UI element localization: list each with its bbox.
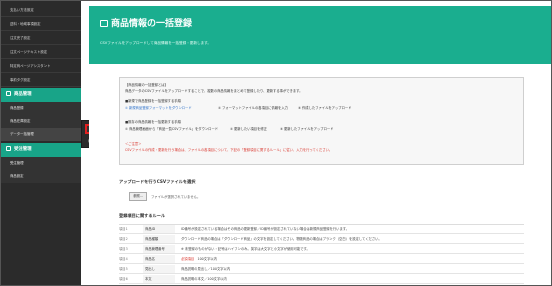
required-tag: 必須項目: [181, 257, 195, 261]
rule-index: 項目4: [119, 257, 128, 261]
table-row: 項目5 見出し 商品説明の見出し／100文字以内: [119, 265, 524, 274]
rule-name: 見出し: [143, 265, 175, 273]
rules-table: 項目1 商品ID ID番号が設定されている場合はその商品の更新登録／ID番号が設…: [119, 224, 524, 284]
upload-section-title: アップロードを行うCSVファイルを選択: [119, 179, 196, 184]
rule-name: 商品管理番号: [143, 245, 175, 253]
info-step-2: ② フォーマットファイルの各項目に情報を入力: [218, 106, 288, 110]
table-row: 項目6 本文 商品説明の本文／100文字以内: [119, 275, 524, 284]
rule-index: 項目2: [119, 237, 128, 241]
rule-index: 項目1: [119, 227, 128, 231]
format-download-link[interactable]: ① 新規商品登録フォーマットをダウンロード: [125, 105, 192, 110]
sidebar-section-label: 受注管理: [14, 147, 32, 152]
sidebar-item-data-bulk[interactable]: データ一括管理: [1, 128, 81, 141]
page-subtitle: CSVファイルをアップロードして商品情報を一括登録・更新します。: [100, 41, 211, 45]
sidebar-item-shipping[interactable]: 送料・地域事項設定: [1, 17, 81, 31]
sidebar-section-products[interactable]: 商品管理: [1, 88, 81, 102]
page-title-text: 商品情報の一括登録: [111, 19, 193, 29]
info-update-step-1: ① 商品管理画面から「商品一覧CSVファイル」をダウンロード: [125, 127, 219, 131]
sidebar-item-product-register[interactable]: 商品登録: [1, 102, 81, 115]
info-update-step-3: ③ 更新したファイルをアップロード: [280, 127, 334, 131]
app-frame: 支払い方法設定 送料・地域事項設定 注文完了設定 注文ページテキスト設定 特定商…: [0, 0, 552, 286]
rule-index: 項目3: [119, 247, 128, 251]
sidebar-item-order-text[interactable]: 注文ページテキスト設定: [1, 45, 81, 59]
rule-desc: ID番号が設定されている場合はその商品の更新登録／ID番号が設定されていない場合…: [181, 227, 350, 231]
sidebar-item-order-manage[interactable]: 受注管理: [1, 157, 81, 170]
sidebar-section-orders[interactable]: 受注管理: [1, 143, 81, 157]
info-update-step-2: ② 更新したい項目を修正: [230, 127, 267, 131]
rule-desc: ダウンロード商品の場合は「ダウンロード商品」の文字を設定してください。物販商品の…: [181, 237, 382, 241]
rule-desc: 商品説明の本文／100文字以内: [181, 277, 227, 281]
table-row: 項目4 商品名 必須項目 100文字以内: [119, 255, 524, 264]
info-heading: 【商品情報の一括登録とは】: [125, 83, 168, 87]
sidebar-item-stock[interactable]: 商品在庫設定: [1, 115, 81, 128]
browse-button[interactable]: 参照...: [129, 192, 147, 201]
table-row: 項目2 商品種類 ダウンロード商品の場合は「ダウンロード商品」の文字を設定してく…: [119, 235, 524, 244]
info-text: 商品データのCSVファイルをアップロードすることで、複数の商品情報をまとめて登録…: [125, 89, 303, 93]
sidebar: 支払い方法設定 送料・地域事項設定 注文完了設定 注文ページテキスト設定 特定商…: [1, 1, 81, 285]
sidebar-section-label: 商品管理: [14, 92, 32, 97]
page-title: 商品情報の一括登録: [100, 16, 192, 29]
rule-name: 商品種類: [143, 235, 175, 243]
table-row: 項目1 商品ID ID番号が設定されている場合はその商品の更新登録／ID番号が設…: [119, 225, 524, 234]
sidebar-item-order-complete[interactable]: 注文完了設定: [1, 31, 81, 45]
rule-index: 項目5: [119, 267, 128, 271]
sidebar-item-assistant[interactable]: 特定商ページアシスタント: [1, 59, 81, 73]
main-content: 【商品情報の一括登録とは】 商品データのCSVファイルをアップロードすることで、…: [89, 64, 551, 285]
rule-desc-text: 100文字以内: [197, 257, 217, 261]
box-icon: [100, 20, 108, 27]
rule-index: 項目6: [119, 277, 128, 281]
page-header: 商品情報の一括登録 CSVファイルをアップロードして商品情報を一括登録・更新しま…: [89, 6, 551, 64]
info-box: 【商品情報の一括登録とは】 商品データのCSVファイルをアップロードすることで、…: [119, 77, 524, 165]
cart-icon: [6, 146, 11, 151]
rule-desc: 商品説明の見出し／100文字以内: [181, 267, 231, 271]
rule-desc: 必須項目 100文字以内: [181, 255, 217, 264]
sidebar-item-product-settings[interactable]: 商品設定: [1, 170, 81, 183]
rule-name: 商品ID: [143, 225, 175, 233]
sidebar-item-payment[interactable]: 支払い方法設定: [1, 3, 81, 17]
notice-text: CSVファイルの作成・更新を行う場合は、ファイルの各項目について、下記の「登録項…: [125, 148, 333, 152]
rules-section-title: 登録項目に関するルール: [119, 213, 166, 218]
info-step-3: ③ 作成したファイルをアップロード: [298, 106, 352, 110]
info-new-heading: ■新規で商品登録を一括登録する手順: [125, 99, 181, 103]
rule-name: 本文: [143, 275, 175, 283]
info-update-heading: ■既存の商品情報を一括更新する手順: [125, 120, 181, 124]
rule-name: 商品名: [143, 255, 175, 263]
box-icon: [6, 91, 11, 96]
file-status: ファイルが選択されていません。: [151, 195, 201, 199]
table-row: 項目3 商品管理番号 ※ 未登録のものがない・記号はハイフンのみ。英字は大文字と…: [119, 245, 524, 254]
sidebar-item-tag[interactable]: 事前タグ設定: [1, 73, 81, 87]
rule-desc: ※ 未登録のものがない・記号はハイフンのみ。英字は大文字と小文字が使用可能です。: [181, 247, 310, 251]
notice-heading: ＜ご注意＞: [125, 142, 142, 146]
